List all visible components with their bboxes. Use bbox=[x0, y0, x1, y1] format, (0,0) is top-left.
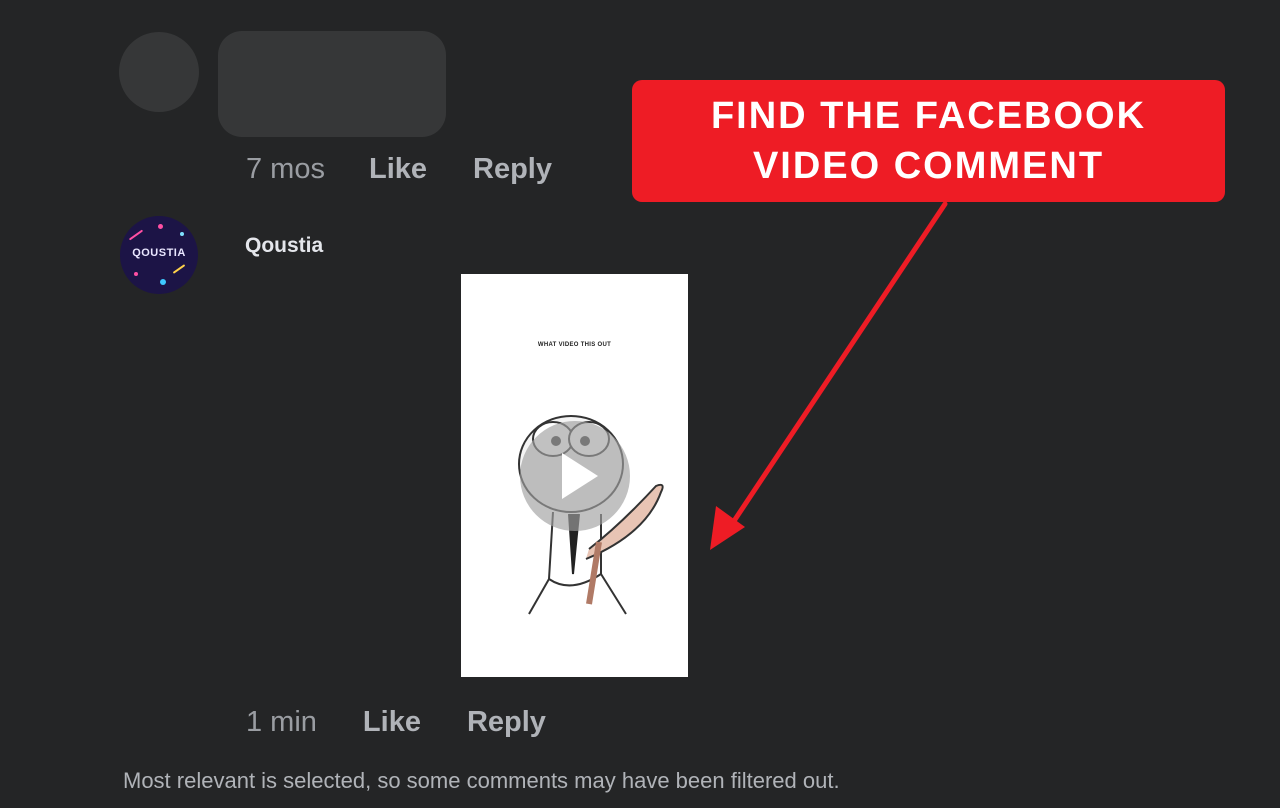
arrow-annotation bbox=[710, 201, 948, 550]
comments-panel: 7 mos Like Reply QOUSTIA Qoustia WHAT VI… bbox=[0, 0, 1280, 808]
